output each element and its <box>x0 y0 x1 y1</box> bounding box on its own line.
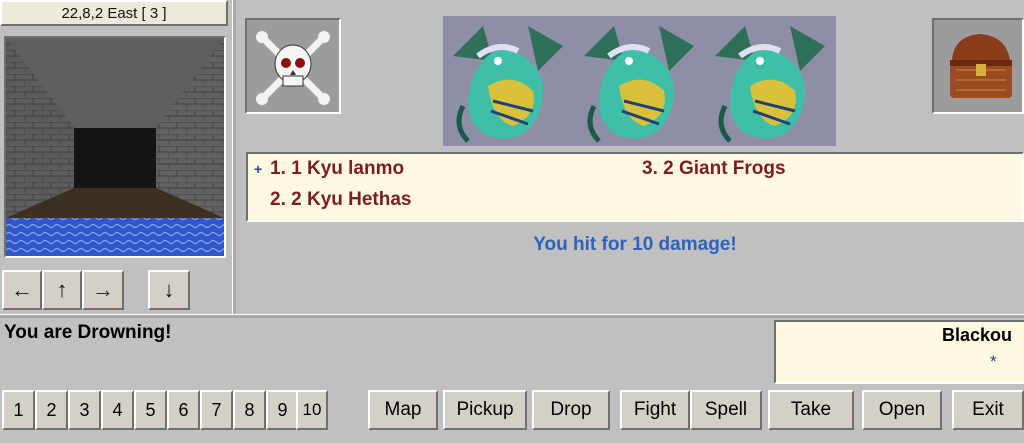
slot-button-5[interactable]: 5 <box>134 390 167 430</box>
encounter-group-3[interactable]: 3. 2 Giant Frogs <box>642 158 786 180</box>
selection-marker: + <box>254 161 263 177</box>
dragon-portrait-icon <box>705 16 836 146</box>
encounter-group-1[interactable]: 1. 1 Kyu lanmo <box>270 158 404 180</box>
slot-button-2[interactable]: 2 <box>35 390 68 430</box>
monster-portrait-3[interactable] <box>705 16 836 146</box>
monster-portrait-2[interactable] <box>574 16 705 146</box>
encounter-group-2[interactable]: 2. 2 Kyu Hethas <box>270 189 412 211</box>
slot-button-3[interactable]: 3 <box>68 390 101 430</box>
turn-left-button[interactable]: ← <box>2 270 42 310</box>
exit-button[interactable]: Exit <box>952 390 1024 430</box>
status-message: You are Drowning! <box>4 322 172 343</box>
move-back-button[interactable]: ↓ <box>148 270 190 310</box>
slot-button-4[interactable]: 4 <box>101 390 134 430</box>
treasure-chest-icon[interactable] <box>932 18 1024 114</box>
dragon-portrait-icon <box>443 16 574 146</box>
fight-button[interactable]: Fight <box>620 390 690 430</box>
treasure-chest-icon-graphic <box>950 34 1012 98</box>
slot-button-9[interactable]: 9 <box>266 390 299 430</box>
status-divider <box>0 314 1024 318</box>
party-member-name[interactable]: Blackou <box>942 325 1012 346</box>
turn-right-button[interactable]: → <box>82 270 124 310</box>
slot-button-7[interactable]: 7 <box>200 390 233 430</box>
pickup-button[interactable]: Pickup <box>443 390 527 430</box>
location-readout: 22,8,2 East [ 3 ] <box>0 0 228 26</box>
slot-button-8[interactable]: 8 <box>233 390 266 430</box>
spell-button[interactable]: Spell <box>690 390 762 430</box>
drop-button[interactable]: Drop <box>532 390 610 430</box>
dungeon-viewport <box>4 36 226 258</box>
slot-button-1[interactable]: 1 <box>2 390 35 430</box>
slot-button-6[interactable]: 6 <box>167 390 200 430</box>
dragon-portrait-icon <box>574 16 705 146</box>
skull-crossbones-icon[interactable] <box>245 18 341 114</box>
open-button[interactable]: Open <box>862 390 942 430</box>
corridor-view <box>6 38 224 256</box>
slot-button-10[interactable]: 10 <box>296 390 328 430</box>
monster-portrait-1[interactable] <box>443 16 574 146</box>
take-button[interactable]: Take <box>768 390 854 430</box>
combat-message: You hit for 10 damage! <box>533 234 737 255</box>
skull-crossbones-icon-graphic <box>256 31 330 105</box>
map-button[interactable]: Map <box>368 390 438 430</box>
move-forward-button[interactable]: ↑ <box>42 270 82 310</box>
party-marker: * <box>990 352 997 371</box>
